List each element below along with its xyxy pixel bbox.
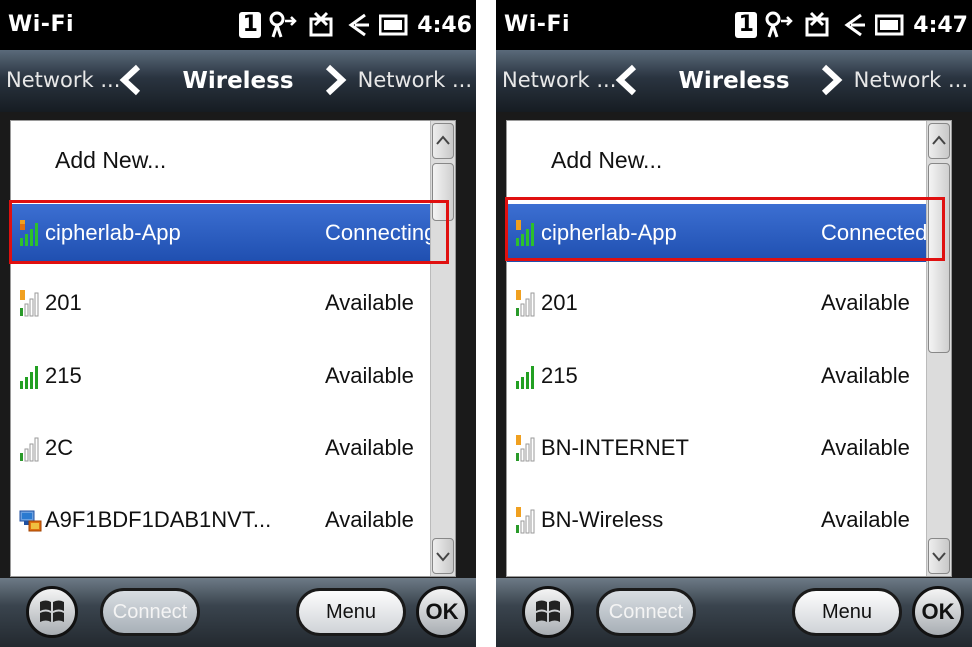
status-clock: 4:46 — [417, 12, 472, 38]
windows-logo-icon — [40, 600, 64, 622]
chevron-down-icon — [436, 552, 450, 562]
chevron-up-icon — [436, 135, 450, 145]
network-name: BN-INTERNET — [541, 435, 689, 460]
softkey-bar: Connect Menu OK — [0, 578, 476, 647]
network-row[interactable]: 201 Available — [11, 274, 455, 332]
softkey-bar: Connect Menu OK — [496, 578, 972, 647]
signal-full-lock-icon — [20, 220, 38, 246]
speaker-icon — [839, 11, 867, 39]
phone-screen-left: Wi-Fi 1 4:46 Network ... Wireless Networ… — [0, 0, 476, 647]
scroll-down-button[interactable] — [432, 538, 454, 574]
start-button[interactable] — [522, 586, 574, 638]
status-bar: Wi-Fi 1 4:46 — [0, 0, 476, 50]
notification-badge: 1 — [239, 12, 262, 38]
battery-icon — [379, 14, 409, 36]
list-scrollbar[interactable] — [430, 121, 455, 576]
network-name: cipherlab-App — [45, 220, 181, 245]
ok-label: OK — [921, 599, 955, 624]
signal-low-lock-icon — [516, 507, 535, 534]
phone-screen-right: Wi-Fi 1 4:47 Network ... Wireless Networ… — [496, 0, 972, 647]
speaker-icon — [343, 11, 371, 39]
network-row[interactable]: cipherlab-App Connected — [507, 204, 951, 262]
network-name: 215 — [45, 363, 82, 388]
signal-low-icon — [20, 437, 39, 462]
add-new-item[interactable]: Add New... — [11, 131, 455, 189]
nav-next-link[interactable]: Network ... — [358, 68, 472, 92]
add-new-item[interactable]: Add New... — [507, 131, 951, 189]
signal-low-lock-icon — [20, 290, 39, 317]
signal-full-icon — [516, 366, 534, 389]
scroll-down-button[interactable] — [928, 538, 950, 574]
add-new-label: Add New... — [55, 146, 167, 173]
menu-button[interactable]: Menu — [792, 588, 902, 636]
chevron-right-icon[interactable] — [820, 64, 844, 100]
list-scrollbar[interactable] — [926, 121, 951, 576]
network-row[interactable]: BN-INTERNET Available — [507, 419, 951, 477]
notification-badge: 1 — [735, 12, 758, 38]
network-row[interactable]: cipherlab-App Connecting — [11, 204, 455, 262]
signal-x-icon — [307, 11, 335, 39]
battery-icon — [875, 14, 905, 36]
scroll-up-button[interactable] — [928, 123, 950, 159]
network-list: Add New... cipherlab-App Connected 201 A… — [506, 120, 952, 577]
status-bar: Wi-Fi 1 4:47 — [496, 0, 972, 50]
data-connection-icon — [765, 11, 795, 39]
network-name: cipherlab-App — [541, 220, 677, 245]
network-name: A9F1BDF1DAB1NVT... — [45, 507, 272, 532]
signal-full-icon — [20, 366, 38, 389]
settings-nav-bar: Network ... Wireless Network ... — [496, 50, 972, 112]
network-row[interactable]: 201 Available — [507, 274, 951, 332]
network-name: 215 — [541, 363, 578, 388]
ok-label: OK — [425, 599, 459, 624]
status-title: Wi-Fi — [504, 12, 571, 37]
signal-low-lock-icon — [516, 290, 535, 317]
signal-x-icon — [803, 11, 831, 39]
scroll-up-button[interactable] — [432, 123, 454, 159]
network-row[interactable]: 215 Available — [11, 347, 455, 405]
network-row[interactable]: 2C Available — [11, 419, 455, 477]
chevron-up-icon — [932, 135, 946, 145]
settings-nav-bar: Network ... Wireless Network ... — [0, 50, 476, 112]
network-row[interactable]: BN-Wireless Available — [507, 491, 951, 549]
start-button[interactable] — [26, 586, 78, 638]
network-name: 2C — [45, 435, 74, 460]
status-title: Wi-Fi — [8, 12, 75, 37]
scroll-thumb[interactable] — [928, 163, 950, 353]
connect-button[interactable]: Connect — [596, 588, 696, 636]
chevron-down-icon — [932, 552, 946, 562]
menu-button[interactable]: Menu — [296, 588, 406, 636]
adhoc-network-icon — [19, 510, 42, 532]
network-list: Add New... cipherlab-App Connecting 201 … — [10, 120, 456, 577]
network-row[interactable]: 215 Available — [507, 347, 951, 405]
network-name: BN-Wireless — [541, 507, 664, 532]
network-name: 201 — [45, 290, 82, 315]
chevron-right-icon[interactable] — [324, 64, 348, 100]
ok-button[interactable]: OK — [416, 586, 468, 638]
status-clock: 4:47 — [913, 12, 968, 38]
ok-button[interactable]: OK — [912, 586, 964, 638]
nav-next-link[interactable]: Network ... — [854, 68, 968, 92]
network-row[interactable]: A9F1BDF1DAB1NVT... Available — [11, 491, 455, 549]
scroll-thumb[interactable] — [432, 163, 454, 221]
windows-logo-icon — [536, 600, 560, 622]
data-connection-icon — [269, 11, 299, 39]
add-new-label: Add New... — [551, 146, 663, 173]
connect-button[interactable]: Connect — [100, 588, 200, 636]
network-name: 201 — [541, 290, 578, 315]
signal-low-lock-icon — [516, 435, 535, 462]
signal-full-lock-icon — [516, 220, 534, 246]
